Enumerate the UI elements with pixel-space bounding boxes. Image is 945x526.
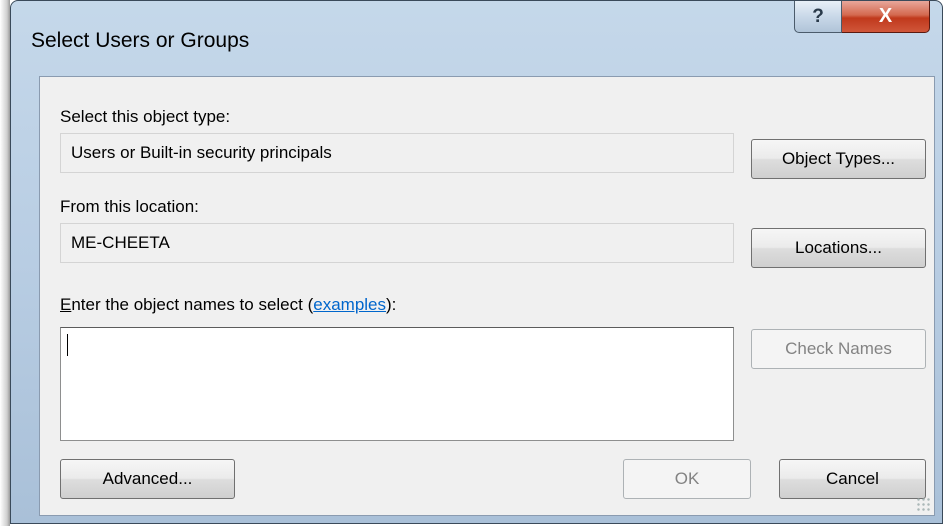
object-type-field: Users or Built-in security principals xyxy=(60,133,734,173)
object-names-input[interactable] xyxy=(60,327,734,441)
resize-grip-icon[interactable] xyxy=(916,497,930,511)
caption-buttons: ? X xyxy=(794,1,930,33)
ok-button[interactable]: OK xyxy=(623,459,751,499)
dialog-client-area: Select this object type: Users or Built-… xyxy=(39,76,935,516)
object-names-label-end: ): xyxy=(386,295,397,314)
examples-link[interactable]: examples xyxy=(313,295,386,314)
advanced-button[interactable]: Advanced... xyxy=(60,459,235,499)
close-icon: X xyxy=(878,5,893,27)
object-names-label: Enter the object names to select (exampl… xyxy=(60,295,396,315)
object-type-label: Select this object type: xyxy=(60,107,231,126)
dialog-window: Select Users or Groups ? X Select this o… xyxy=(10,0,943,524)
object-names-label-text: nter the object names to select ( xyxy=(71,295,314,314)
close-button[interactable]: X xyxy=(842,1,930,33)
locations-button[interactable]: Locations... xyxy=(751,228,926,268)
text-caret xyxy=(67,334,68,356)
check-names-button[interactable]: Check Names xyxy=(751,329,926,369)
dialog-title: Select Users or Groups xyxy=(31,29,250,52)
background-window-edge xyxy=(0,0,10,526)
location-label: From this location: xyxy=(60,197,199,216)
location-field: ME-CHEETA xyxy=(60,223,734,263)
help-icon: ? xyxy=(812,5,824,27)
help-button[interactable]: ? xyxy=(794,1,842,33)
object-types-button[interactable]: Object Types... xyxy=(751,139,926,179)
accelerator-key: E xyxy=(60,295,72,314)
cancel-button[interactable]: Cancel xyxy=(779,459,926,499)
